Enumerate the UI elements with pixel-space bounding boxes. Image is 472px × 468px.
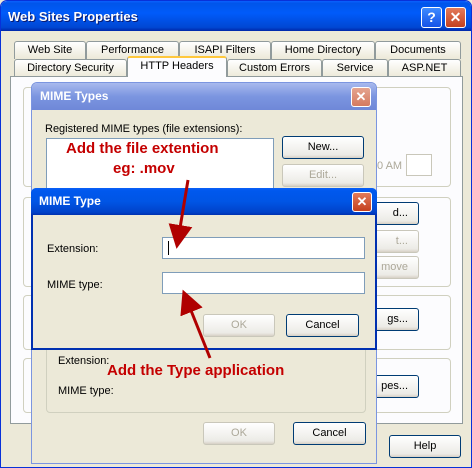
extension-input[interactable] xyxy=(162,237,365,259)
mime-type-label: MIME type: xyxy=(47,279,103,291)
new-mime-button[interactable]: New... xyxy=(282,136,364,159)
mime-type-title: MIME Type xyxy=(39,194,101,208)
mime-type-title-bar: MIME Type ✕ xyxy=(31,188,377,215)
mime-types-title: MIME Types xyxy=(40,89,109,103)
mime-types-ok-button[interactable]: OK xyxy=(203,422,275,445)
tab-asp-net[interactable]: ASP.NET xyxy=(388,59,461,77)
tab-http-headers[interactable]: HTTP Headers xyxy=(127,56,227,77)
expire-time-field[interactable]: 0 AM xyxy=(377,160,402,172)
mime-type-input[interactable] xyxy=(162,272,365,294)
help-title-button[interactable]: ? xyxy=(421,7,442,28)
tab-directory-security[interactable]: Directory Security xyxy=(14,59,127,77)
mime-type-cancel-button[interactable]: Cancel xyxy=(286,314,359,337)
tab-web-site[interactable]: Web Site xyxy=(14,41,86,59)
mime-types-title-bar: MIME Types ✕ xyxy=(32,83,376,110)
details-extension-label: Extension: xyxy=(58,355,110,367)
registered-types-label: Registered MIME types (file extensions): xyxy=(45,123,243,135)
tab-custom-errors[interactable]: Custom Errors xyxy=(227,59,322,77)
time-spinner[interactable] xyxy=(406,154,432,176)
tab-documents[interactable]: Documents xyxy=(375,41,461,59)
help-icon: ? xyxy=(427,9,436,25)
annotation-type: Add the Type application xyxy=(107,362,285,379)
tab-home-directory[interactable]: Home Directory xyxy=(271,41,375,59)
close-icon: ✕ xyxy=(356,194,368,209)
title-bar: Web Sites Properties ? ✕ xyxy=(1,1,471,31)
mime-types-cancel-button[interactable]: Cancel xyxy=(293,422,366,445)
annotation-example: eg: .mov xyxy=(113,160,175,177)
close-window-button[interactable]: ✕ xyxy=(445,7,466,28)
close-icon: ✕ xyxy=(355,89,367,104)
tab-service[interactable]: Service xyxy=(322,59,388,77)
annotation-extension: Add the file extention xyxy=(66,140,219,157)
mime-type-ok-button[interactable]: OK xyxy=(203,314,275,337)
help-button[interactable]: Help xyxy=(389,435,461,458)
extension-label: Extension: xyxy=(47,243,99,255)
edit-mime-button[interactable]: Edit... xyxy=(282,164,364,187)
details-mime-type-label: MIME type: xyxy=(58,385,114,397)
mime-types-close-button[interactable]: ✕ xyxy=(351,87,371,107)
window-title: Web Sites Properties xyxy=(8,9,138,24)
close-icon: ✕ xyxy=(449,9,462,25)
mime-type-close-button[interactable]: ✕ xyxy=(352,192,372,212)
mime-type-dialog: MIME Type ✕ Extension: MIME type: OK Can… xyxy=(31,188,377,350)
text-cursor xyxy=(168,241,169,255)
